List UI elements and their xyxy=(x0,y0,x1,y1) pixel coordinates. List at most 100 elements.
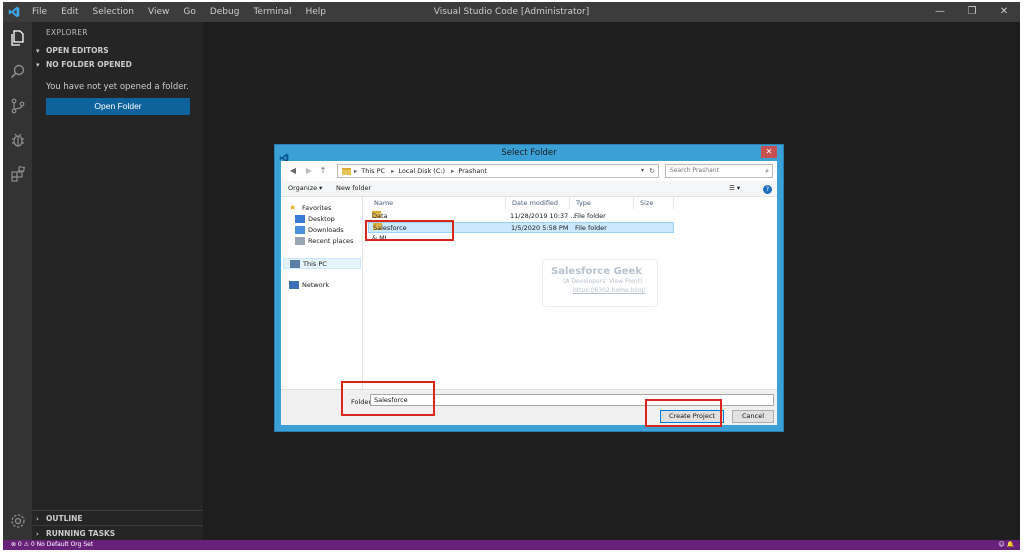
breadcrumb-separator-icon: ▸ xyxy=(354,167,358,175)
chevron-right-icon: › xyxy=(36,515,39,523)
no-folder-message: You have not yet opened a folder. xyxy=(46,82,189,92)
network-icon xyxy=(289,281,299,289)
search-input[interactable]: Search Prashant ⌕ xyxy=(665,164,773,178)
status-problems[interactable]: ⊗ 0 ⚠ 0 No Default Org Set xyxy=(11,540,93,550)
menu-bar: File Edit Selection View Go Debug Termin… xyxy=(25,2,333,22)
open-editors-section[interactable]: ▾ OPEN EDITORS xyxy=(32,44,203,58)
chevron-down-icon: ▾ xyxy=(36,61,40,69)
watermark-subtitle: (A Developers' View Point) xyxy=(563,278,643,285)
nav-desktop[interactable]: Desktop xyxy=(295,215,335,223)
breadcrumb-separator-icon: ▸ xyxy=(391,167,395,175)
outline-label: OUTLINE xyxy=(46,514,83,523)
folder-name-input[interactable] xyxy=(370,394,774,406)
dialog-close-button[interactable]: ✕ xyxy=(761,146,777,158)
watermark: Salesforce Geek (A Developers' View Poin… xyxy=(542,259,658,307)
column-name[interactable]: Name xyxy=(368,197,506,209)
close-icon: ✕ xyxy=(765,147,773,156)
gear-icon[interactable] xyxy=(9,512,27,530)
select-folder-dialog: Select Folder ✕ ◀ ▶ ↑ ▸ This PC ▸ Local … xyxy=(274,144,784,432)
view-options-icon[interactable]: ☰ ▾ xyxy=(729,184,740,192)
breadcrumb-local-disk[interactable]: Local Disk (C:) xyxy=(398,165,445,177)
menu-view[interactable]: View xyxy=(141,2,176,22)
dialog-footer: Folder: Create Project Cancel xyxy=(281,389,777,425)
breadcrumb-prashant[interactable]: Prashant xyxy=(458,165,487,177)
status-right-icons[interactable]: ☺ 🔔 xyxy=(998,540,1014,550)
window-controls: — ❐ ✕ xyxy=(924,2,1020,22)
create-project-button[interactable]: Create Project xyxy=(660,410,724,423)
source-control-icon[interactable] xyxy=(8,96,28,116)
close-button[interactable]: ✕ xyxy=(988,2,1020,22)
search-placeholder: Search Prashant xyxy=(670,167,719,174)
breadcrumb-separator-icon: ▸ xyxy=(451,167,455,175)
file-row-date: 1/5/2020 5:58 PM xyxy=(511,224,569,232)
outline-section[interactable]: › OUTLINE xyxy=(32,510,203,525)
watermark-url: https://6302.home.blog/ xyxy=(573,287,646,294)
nav-network-label: Network xyxy=(302,281,330,289)
nav-favorites-label: Favorites xyxy=(302,204,332,212)
refresh-icon[interactable]: ↻ xyxy=(649,165,655,177)
forward-button[interactable]: ▶ xyxy=(303,165,315,177)
recent-places-icon xyxy=(295,237,305,245)
open-folder-button[interactable]: Open Folder xyxy=(46,98,190,115)
running-tasks-section[interactable]: › RUNNING TASKS xyxy=(32,525,203,540)
menu-edit[interactable]: Edit xyxy=(54,2,85,22)
chevron-down-icon[interactable]: ▾ xyxy=(641,165,644,177)
title-bar: File Edit Selection View Go Debug Termin… xyxy=(3,2,1020,22)
column-type[interactable]: Type xyxy=(570,197,634,209)
menu-file[interactable]: File xyxy=(25,2,54,22)
arrow-up-icon: ↑ xyxy=(319,166,327,175)
nav-desktop-label: Desktop xyxy=(308,215,335,223)
file-row[interactable]: Data Science & ML 11/28/2019 10:37 ... F… xyxy=(368,211,674,242)
star-icon: ★ xyxy=(289,203,297,212)
column-date-modified[interactable]: Date modified xyxy=(506,197,570,209)
explorer-sidebar: EXPLORER ▾ OPEN EDITORS ▾ NO FOLDER OPENED… xyxy=(32,22,203,540)
nav-this-pc-label: This PC xyxy=(303,259,327,268)
menu-terminal[interactable]: Terminal xyxy=(246,2,298,22)
breadcrumb-this-pc[interactable]: This PC xyxy=(361,165,385,177)
running-tasks-label: RUNNING TASKS xyxy=(46,529,116,538)
file-list: Name Date modified Type Size Data Scienc… xyxy=(364,197,777,389)
up-button[interactable]: ↑ xyxy=(317,165,329,177)
no-folder-label: NO FOLDER OPENED xyxy=(46,60,132,69)
nav-downloads[interactable]: Downloads xyxy=(295,226,344,234)
column-size[interactable]: Size xyxy=(634,197,674,209)
menu-debug[interactable]: Debug xyxy=(203,2,247,22)
extensions-icon[interactable] xyxy=(8,164,28,184)
vscode-logo-icon xyxy=(3,2,25,22)
minimize-button[interactable]: — xyxy=(924,2,956,22)
organize-button[interactable]: Organize ▾ xyxy=(288,184,322,192)
no-folder-section[interactable]: ▾ NO FOLDER OPENED xyxy=(32,58,203,72)
sidebar-title: EXPLORER xyxy=(46,28,88,37)
nav-network[interactable]: Network xyxy=(289,281,329,289)
file-row-type: File folder xyxy=(575,224,607,232)
computer-icon xyxy=(290,259,300,268)
file-row-type: File folder xyxy=(574,212,606,220)
search-icon[interactable] xyxy=(8,62,28,82)
folder-icon xyxy=(342,167,351,175)
file-row-date: 11/28/2019 10:37 ... xyxy=(510,212,577,220)
restore-button[interactable]: ❐ xyxy=(956,2,988,22)
debug-icon[interactable] xyxy=(8,130,28,150)
nav-recent-places[interactable]: Recent places xyxy=(295,237,353,245)
dialog-body: ◀ ▶ ↑ ▸ This PC ▸ Local Disk (C:) ▸ Pras… xyxy=(281,161,777,425)
nav-favorites[interactable]: ★ Favorites xyxy=(289,203,332,213)
menu-go[interactable]: Go xyxy=(176,2,202,22)
watermark-title: Salesforce Geek xyxy=(551,266,642,277)
nav-this-pc[interactable]: This PC xyxy=(283,258,361,269)
back-button[interactable]: ◀ xyxy=(287,165,299,177)
explorer-icon[interactable] xyxy=(8,28,28,48)
file-row-name: Salesforce xyxy=(373,224,407,232)
cancel-button[interactable]: Cancel xyxy=(732,410,774,423)
dialog-title: Select Folder xyxy=(501,148,557,158)
menu-help[interactable]: Help xyxy=(298,2,333,22)
address-bar[interactable]: ▸ This PC ▸ Local Disk (C:) ▸ Prashant ▾… xyxy=(337,164,659,178)
new-folder-button[interactable]: New folder xyxy=(336,184,371,192)
help-icon[interactable]: ? xyxy=(763,185,772,194)
downloads-icon xyxy=(295,226,305,234)
chevron-down-icon: ▾ xyxy=(36,47,40,55)
status-bar: ⊗ 0 ⚠ 0 No Default Org Set ☺ 🔔 xyxy=(3,540,1020,550)
file-row[interactable]: Salesforce 1/5/2020 5:58 PM File folder xyxy=(368,222,674,233)
search-icon: ⌕ xyxy=(765,167,769,175)
navigation-pane: ★ Favorites Desktop Downloads Recent pla… xyxy=(281,197,363,389)
menu-selection[interactable]: Selection xyxy=(86,2,141,22)
